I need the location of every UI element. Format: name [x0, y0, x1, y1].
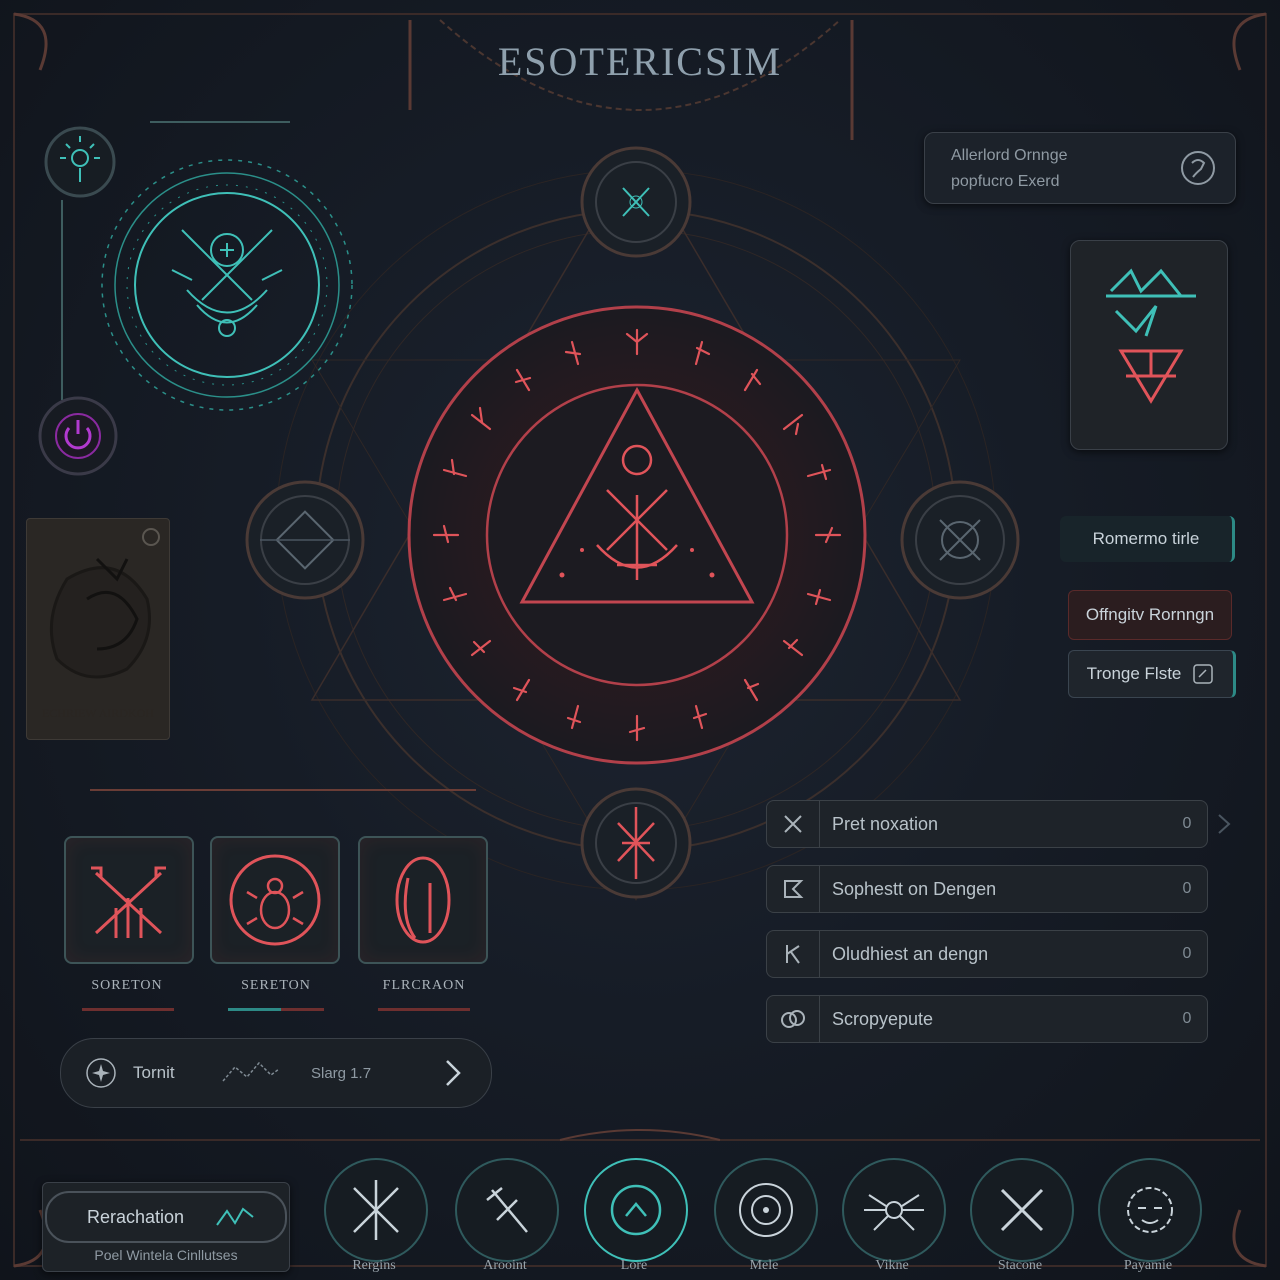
nav-label: Rergins: [352, 1258, 396, 1273]
refresh-icon[interactable]: [1179, 149, 1217, 187]
nav-label: Vikne: [875, 1258, 909, 1273]
crossed-arrows-icon: [91, 866, 166, 938]
research-panel[interactable]: Rerachation Poel Wintela Cinllutses: [42, 1182, 290, 1272]
flag-icon: [784, 880, 804, 898]
nav-vikne[interactable]: [842, 1158, 946, 1262]
mask-icon: [1127, 1187, 1173, 1233]
nav-arooint[interactable]: [455, 1158, 559, 1262]
list-item-count: 0: [1182, 1010, 1192, 1027]
crossed-swords-icon: [353, 1180, 399, 1240]
top-right-info-panel[interactable]: Allerlord Ornnge popfucro Exerd: [924, 132, 1236, 204]
offngitv-button[interactable]: Offngitv Rornngn: [1068, 590, 1232, 640]
action-bar[interactable]: Tornit Slarg 1.7: [60, 1038, 492, 1108]
list-item-label: Sophestt on Dengen: [832, 878, 997, 899]
info-line-1: Allerlord Ornnge: [951, 147, 1068, 164]
knot-icon: [781, 1010, 805, 1028]
rune-glyphs-icon: [1106, 268, 1196, 404]
list-item[interactable]: Oludhiest an dengn 0: [766, 930, 1208, 978]
nav-label: Lore: [620, 1258, 648, 1273]
slot-progress-bar: [82, 1008, 174, 1011]
star-compass-icon[interactable]: [85, 1057, 117, 1089]
nav-label: Payamie: [1123, 1258, 1173, 1273]
rune-tile[interactable]: [1070, 240, 1228, 450]
chevron-right-icon[interactable]: [441, 1057, 465, 1089]
box-icon: [1193, 664, 1214, 684]
research-label: Rerachation: [87, 1207, 185, 1227]
research-button[interactable]: Rerachation: [45, 1191, 287, 1243]
dagger-icon: [486, 1187, 528, 1233]
action-bar-left-label: Tornit: [133, 1063, 175, 1082]
close-x-icon: [784, 815, 802, 833]
list-item[interactable]: Scropyepute 0: [766, 995, 1208, 1043]
right-sigil-node[interactable]: [895, 465, 1025, 615]
character-card[interactable]: ECHRIEW AIRDKOH: [26, 518, 170, 740]
central-rune-circle[interactable]: [402, 300, 872, 770]
slot-label: FLRCRAON: [382, 978, 466, 993]
nav-label: Arooint: [483, 1258, 527, 1273]
tronge-flste-button[interactable]: Tronge Flste: [1068, 650, 1236, 698]
nav-label: Mele: [749, 1258, 779, 1273]
eye-target-icon: [739, 1183, 793, 1237]
left-diamond-node[interactable]: [240, 465, 370, 615]
nav-mele[interactable]: [714, 1158, 818, 1262]
top-rune-node[interactable]: [578, 140, 694, 268]
network-eye-icon: [864, 1194, 924, 1231]
slot-progress-bar: [378, 1008, 470, 1011]
info-line-2: popfucro Exerd: [951, 173, 1060, 190]
dragon-portrait-icon: [49, 528, 160, 679]
purple-power-button[interactable]: [36, 394, 120, 478]
slot-progress-fill: [228, 1008, 281, 1011]
list-item-label: Oludhiest an dengn: [832, 943, 989, 964]
nav-payamie[interactable]: [1098, 1158, 1202, 1262]
lore-circle-icon: [610, 1184, 662, 1236]
teal-sigil-circle[interactable]: [92, 150, 362, 420]
skill-slot[interactable]: [210, 836, 340, 964]
list-item-count: 0: [1182, 815, 1192, 832]
romermo-button[interactable]: Romermo tirle: [1060, 516, 1235, 562]
nav-rergins[interactable]: [324, 1158, 428, 1262]
card-caption: ECHRIEW AIRDKOH: [41, 706, 155, 720]
slot-label: SORETON: [91, 978, 163, 993]
list-item-label: Scropyepute: [832, 1008, 934, 1029]
action-bar-mid-label: Slarg 1.7: [311, 1065, 372, 1082]
nav-lore[interactable]: [584, 1158, 688, 1262]
tronge-flste-label: Tronge Flste: [1086, 664, 1182, 683]
constellation-icon: [222, 1061, 280, 1082]
research-sub: Poel Wintela Cinllutses: [94, 1247, 238, 1263]
list-item-count: 0: [1182, 880, 1192, 897]
beetle-circle-icon: [229, 854, 321, 946]
skill-slot[interactable]: [358, 836, 488, 964]
list-item[interactable]: Sophestt on Dengen 0: [766, 865, 1208, 913]
slot-progress-bar: [228, 1008, 324, 1011]
list-item[interactable]: Pret noxation 0: [766, 800, 1208, 848]
trend-rune-icon: [216, 1207, 254, 1226]
slot-label: SERETON: [241, 978, 311, 993]
game-title: ESOTERICSIM: [497, 39, 783, 84]
chevron-right-icon[interactable]: [1214, 812, 1234, 836]
bottom-rune-node[interactable]: [578, 785, 694, 905]
nav-stacone[interactable]: [970, 1158, 1074, 1262]
skill-slot[interactable]: [64, 836, 194, 964]
list-item-count: 0: [1182, 945, 1192, 962]
rune-k-icon: [786, 945, 800, 964]
nav-label: Stacone: [997, 1258, 1043, 1273]
list-item-label: Pret noxation: [832, 813, 939, 834]
cross-blades-icon: [1000, 1188, 1044, 1232]
hooded-figure-icon: [395, 856, 451, 944]
